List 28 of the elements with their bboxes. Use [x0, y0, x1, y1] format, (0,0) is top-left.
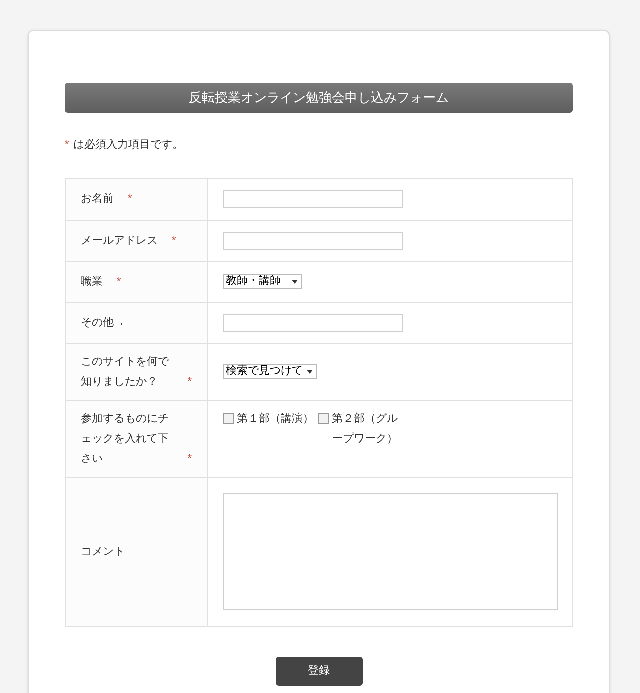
caret-icon: [307, 370, 313, 374]
submit-button[interactable]: 登録: [276, 656, 362, 686]
checkbox[interactable]: [318, 412, 329, 424]
checkbox-label: 第２部（グループワーク）: [332, 412, 399, 446]
required-mark: *: [188, 452, 192, 466]
required-mark: *: [117, 274, 122, 290]
field-label: お名前: [81, 192, 114, 207]
required-mark: *: [128, 192, 132, 207]
field-label: コメント: [81, 544, 125, 560]
required-mark: *: [188, 374, 192, 390]
checkbox-label: 第１部（講演）: [237, 412, 314, 426]
dropdown[interactable]: 検索で見つけて: [223, 364, 317, 379]
field-label: このサイトを何で知りましたか？: [81, 354, 170, 390]
field-label: 職業: [81, 274, 103, 290]
dropdown[interactable]: 教師・講師: [223, 274, 302, 289]
field-label: その他→: [81, 316, 125, 330]
caret-icon: [292, 280, 298, 284]
field-label: 参加するものにチェックを入れて下さい: [81, 412, 170, 466]
form-title: 反転授業オンライン勉強会申し込みフォーム: [65, 83, 573, 113]
field-label: メールアドレス: [81, 234, 158, 248]
input-field[interactable]: [223, 232, 403, 250]
comment-field[interactable]: [223, 493, 558, 610]
required-note: は必須入力項目です。: [73, 138, 184, 153]
checkbox[interactable]: [223, 412, 234, 424]
required-mark: *: [172, 234, 176, 248]
input-field[interactable]: [223, 314, 403, 332]
required-mark: *: [65, 138, 70, 153]
input-field[interactable]: [223, 190, 403, 208]
